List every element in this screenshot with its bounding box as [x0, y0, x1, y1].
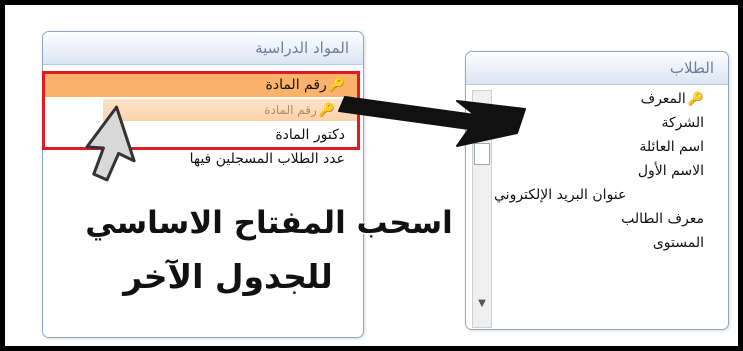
- field-email-address[interactable]: عنوان البريد الإلكتروني: [494, 183, 704, 207]
- scroll-thumb[interactable]: [474, 143, 490, 165]
- field-last-name[interactable]: اسم العائلة: [494, 135, 704, 159]
- students-field-list: 🔑المعرف الشركة اسم العائلة الاسم الأول ع…: [466, 85, 728, 329]
- key-icon: 🔑: [687, 92, 704, 107]
- field-company[interactable]: الشركة: [494, 111, 704, 135]
- field-first-name[interactable]: الاسم الأول: [494, 159, 704, 183]
- students-table-title[interactable]: الطلاب: [466, 52, 728, 85]
- students-table[interactable]: الطلاب 🔑المعرف الشركة اسم العائلة الاسم …: [465, 51, 729, 330]
- field-level[interactable]: المستوى: [494, 231, 704, 255]
- scroll-up-icon[interactable]: ▲: [473, 119, 491, 137]
- screenshot-frame: المواد الدراسية 🔑رقم المادة 🔑رقم المادة …: [0, 0, 743, 351]
- field-enrolled-students-count[interactable]: عدد الطلاب المسجلين فيها: [45, 147, 359, 171]
- students-scrollbar[interactable]: ▲ ▼: [472, 90, 492, 328]
- courses-table-title[interactable]: المواد الدراسية: [43, 32, 363, 65]
- scroll-down-icon[interactable]: ▼: [473, 295, 491, 313]
- instruction-caption-line2: للجدول الآخر: [123, 257, 333, 296]
- field-student-id-key[interactable]: 🔑المعرف: [494, 87, 704, 111]
- primary-key-selection-outline: [42, 71, 360, 150]
- instruction-caption-line1: اسحب المفتاح الاساسي: [85, 205, 453, 241]
- field-student-number[interactable]: معرف الطالب: [494, 207, 704, 231]
